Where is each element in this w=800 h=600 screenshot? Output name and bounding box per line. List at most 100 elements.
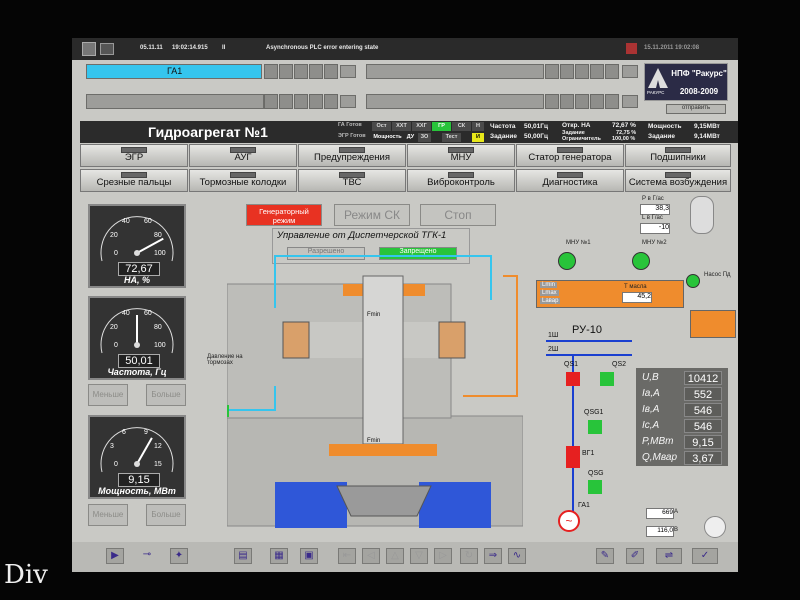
runner (336, 485, 432, 517)
down-icon[interactable]: ▽ (410, 548, 428, 564)
bottom-toolbar: ▶ ⊸ ✦ ▤ ▦ ▣ ⇤ ◁ △ ▽ ▷ ↻ ⇒ ∿ ✎ ✐ ⇌ ✓ (72, 542, 738, 572)
spiral-case-left (275, 482, 347, 528)
field-segment (279, 94, 293, 109)
frequency-value: 50,01 (118, 354, 160, 368)
field-segment (575, 64, 589, 79)
process-values-panel: Частота 50,01Гц Задание 50,00Гц Откр. НА… (488, 121, 738, 143)
printer-icon[interactable] (100, 43, 114, 55)
field-segment (605, 64, 619, 79)
top-status-bar: 05.11.11 19:02:14.915 II Asynchronous PL… (72, 38, 738, 60)
power-unit: Мощность, МВт (98, 486, 176, 496)
logo-emblem-icon (648, 68, 668, 88)
accumulator-tank-icon (690, 196, 714, 234)
message-field-1[interactable] (366, 64, 544, 79)
nav-mnu-button[interactable]: МНУ (407, 144, 515, 167)
user-icon[interactable]: ✦ (170, 548, 188, 564)
oil-temperature-value: 45,2 (622, 292, 652, 303)
readout-label: Iв,A (642, 404, 660, 415)
send-button[interactable]: отправить (666, 104, 726, 114)
qsg1-disconnector[interactable] (588, 420, 602, 434)
field-segment (309, 94, 323, 109)
brake-pressure-indicator (227, 405, 229, 417)
rotor-shaft (362, 275, 404, 445)
nav-aug-button[interactable]: АУГ (189, 144, 297, 167)
nav-warnings-button[interactable]: Предупреждения (298, 144, 406, 167)
chart-icon[interactable]: ∿ (508, 548, 526, 564)
unit-select-field[interactable]: ГА1 (86, 64, 262, 79)
status-tag: Тест (442, 133, 461, 142)
power-less-button[interactable]: Меньше (88, 504, 128, 526)
first-page-icon[interactable]: ⇤ (338, 548, 356, 564)
status-tag: Н (472, 122, 484, 131)
stator-winding-right (438, 321, 466, 359)
nav-vibration-button[interactable]: Виброконтроль (407, 169, 515, 192)
oil-level-value: -10 (640, 223, 670, 234)
field-segment (264, 64, 278, 79)
prev-page-icon[interactable]: ◁ (362, 548, 380, 564)
message-field-2[interactable] (86, 94, 264, 109)
readout-label: Ia,A (642, 388, 660, 399)
leakage-tank (690, 310, 736, 338)
nav-shear-pins-button[interactable]: Срезные пальцы (80, 169, 188, 192)
refresh-icon[interactable]: ↻ (460, 548, 478, 564)
save-icon[interactable]: ▣ (300, 548, 318, 564)
up-icon[interactable]: △ (386, 548, 404, 564)
scroll-down-button[interactable] (340, 65, 356, 78)
scroll-down-button[interactable] (340, 95, 356, 108)
app-icon[interactable] (82, 42, 96, 56)
nav-diagnostics-button[interactable]: Диагностика (516, 169, 624, 192)
event-flag: II (222, 45, 226, 51)
field-segment (590, 94, 604, 109)
nav-bearings-button[interactable]: Подшипники (625, 144, 731, 167)
reactive-power-value: 3,67 (684, 451, 722, 465)
switchgear-title: РУ-10 (572, 324, 602, 336)
nav-egr-button[interactable]: ЭГР (80, 144, 188, 167)
pen-icon[interactable]: ✐ (626, 548, 644, 564)
message-field-3[interactable] (366, 94, 544, 109)
svg-text:Fmin: Fmin (367, 312, 380, 318)
excitation-voltage-value: 116,0 (646, 526, 674, 537)
nav-brake-pads-button[interactable]: Тормозные колодки (189, 169, 297, 192)
scroll-down-button[interactable] (622, 65, 638, 78)
guide-vane-more-button[interactable]: Больше (146, 384, 186, 406)
qsg-disconnector[interactable] (588, 480, 602, 494)
brake-pressure-label: Давление на тормозах (207, 354, 243, 366)
report-icon[interactable]: ▤ (234, 548, 252, 564)
field-segment (279, 64, 293, 79)
field-segment (545, 94, 559, 109)
exit-icon[interactable]: ✓ (692, 548, 718, 564)
nav-excitation-button[interactable]: Система возбуждения (625, 169, 731, 192)
generator-icon[interactable]: ~ (558, 510, 580, 532)
status-tag: ХХТ (392, 122, 411, 131)
active-power-value: 9,15 (684, 435, 722, 449)
status-tag: И (472, 133, 484, 142)
pump-3-icon[interactable] (686, 274, 700, 288)
status-tag: Ост (372, 122, 391, 131)
status-tag: ГР (432, 122, 451, 131)
edit-icon[interactable]: ✎ (596, 548, 614, 564)
field-segment (294, 94, 308, 109)
next-page-icon[interactable]: ▷ (434, 548, 452, 564)
guide-vane-less-button[interactable]: Меньше (88, 384, 128, 406)
vg1-breaker[interactable] (566, 446, 580, 468)
pump-1-icon[interactable] (558, 252, 576, 270)
forward-icon[interactable]: ⇒ (484, 548, 502, 564)
nav-stator-button[interactable]: Статор генератора (516, 144, 624, 167)
pump-2-icon[interactable] (632, 252, 650, 270)
hmi-screen: 05.11.11 19:02:14.915 II Asynchronous PL… (72, 38, 738, 572)
guide-vane-value: 72,67 (118, 262, 160, 276)
qs2-disconnector[interactable] (600, 372, 614, 386)
network-icon[interactable]: ⇌ (656, 548, 682, 564)
guide-vane-unit: НА, % (123, 275, 150, 285)
play-icon[interactable]: ▶ (106, 548, 124, 564)
nav-tvs-button[interactable]: ТВС (298, 169, 406, 192)
scroll-down-button[interactable] (622, 95, 638, 108)
readout-label: Q,Мвар (642, 452, 678, 463)
key-icon[interactable]: ⊸ (138, 548, 156, 564)
event-time: 19:02:14.915 (172, 45, 208, 51)
qs1-disconnector[interactable] (566, 372, 580, 386)
print-icon[interactable]: ▦ (270, 548, 288, 564)
thrust-bearing (329, 444, 437, 456)
power-more-button[interactable]: Больше (146, 504, 186, 526)
event-ack-icon[interactable] (626, 43, 637, 54)
